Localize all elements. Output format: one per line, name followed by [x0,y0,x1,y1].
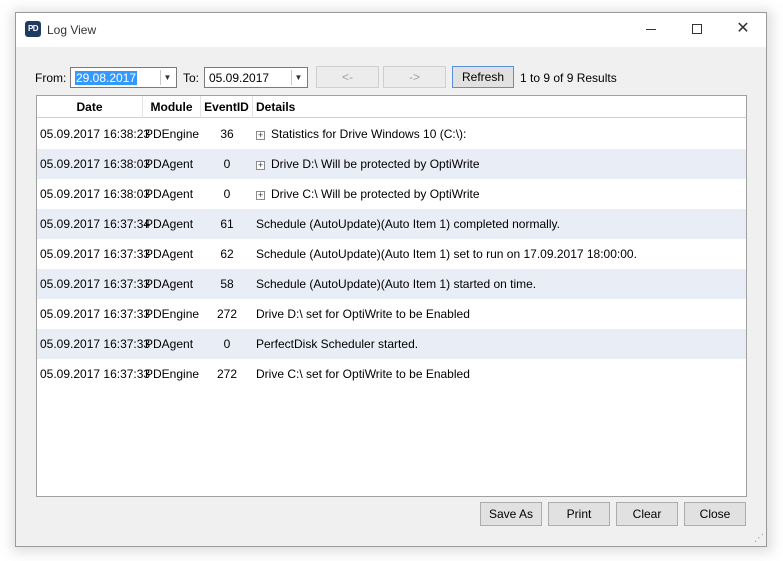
details-text: Drive D:\ Will be protected by OptiWrite [271,157,480,171]
cell-details: Schedule (AutoUpdate)(Auto Item 1) start… [256,269,746,299]
cell-date: 05.09.2017 16:38:23 [40,127,151,141]
cell-eventid: 58 [220,277,234,291]
from-date-picker[interactable]: 29.08.2017 ▼ [70,67,177,88]
cell-date: 05.09.2017 16:37:33 [40,367,151,381]
cell-module: PDEngine [145,307,200,321]
cell-module: PDAgent [145,277,194,291]
chevron-down-icon[interactable]: ▼ [291,70,305,85]
cell-date: 05.09.2017 16:37:33 [40,277,151,291]
details-text: Statistics for Drive Windows 10 (C:\): [271,127,467,141]
details-text: Drive C:\ Will be protected by OptiWrite [271,187,480,201]
minimize-button[interactable] [628,13,674,45]
table-row[interactable]: 05.09.2017 16:37:33 PDEngine 272 Drive C:\ … [37,359,746,389]
cell-date: 05.09.2017 16:38:03 [40,157,151,171]
cell-details: + Statistics for Drive Windows 10 (C:\): [256,119,746,149]
cell-details: + Drive D:\ Will be protected by OptiWrit… [256,149,746,179]
perfectdisk-app-icon: PD [25,21,41,37]
cell-module: PDAgent [145,187,194,201]
next-page-button[interactable]: -> [383,66,446,88]
close-icon: ✕ [736,20,750,37]
table-row[interactable]: 05.09.2017 16:37:33 PDAgent 0 PerfectDisk S… [37,329,746,359]
column-header-module[interactable]: Module [143,96,201,118]
from-date-value: 29.08.2017 [75,71,138,85]
maximize-icon [692,24,702,34]
cell-eventid: 0 [223,337,231,351]
cell-eventid: 0 [223,157,231,171]
to-date-value: 05.09.2017 [209,71,270,85]
title-bar[interactable]: PD Log View ✕ [16,13,766,47]
cell-date: 05.09.2017 16:37:34 [40,217,151,231]
filter-toolbar: From: 29.08.2017 ▼ To: 05.09.2017 ▼ <- -… [16,65,766,91]
details-text: Schedule (AutoUpdate)(Auto Item 1) set t… [256,247,637,261]
cell-date: 05.09.2017 16:37:33 [40,247,151,261]
table-row[interactable]: 05.09.2017 16:37:33 PDAgent 62 Schedule (Au… [37,239,746,269]
cell-eventid: 272 [216,307,238,321]
cell-eventid: 62 [220,247,234,261]
cell-module: PDAgent [145,157,194,171]
log-table[interactable]: Date Module EventID Details 05.09.2017 1… [36,95,747,497]
from-label: From: [35,71,67,85]
resize-grip-icon[interactable]: ⋰ [754,533,764,544]
window-title: Log View [47,23,97,37]
chevron-down-icon[interactable]: ▼ [160,70,174,85]
cell-details: PerfectDisk Scheduler started. [256,329,746,359]
previous-page-button[interactable]: <- [316,66,379,88]
cell-module: PDAgent [145,337,194,351]
cell-date: 05.09.2017 16:37:33 [40,337,151,351]
close-window-button[interactable]: ✕ [720,13,766,45]
results-count: 1 to 9 of 9 Results [520,71,617,85]
cell-details: Drive C:\ set for OptiWrite to be Enable… [256,359,746,389]
column-header-date[interactable]: Date [37,96,143,118]
cell-details: Schedule (AutoUpdate)(Auto Item 1) set t… [256,239,746,269]
close-button[interactable]: Close [684,502,746,526]
column-header-details[interactable]: Details [253,96,746,118]
column-header-eventid[interactable]: EventID [201,96,253,118]
cell-eventid: 272 [216,367,238,381]
print-button[interactable]: Print [548,502,610,526]
table-row[interactable]: 05.09.2017 16:37:33 PDAgent 58 Schedule (Au… [37,269,746,299]
cell-module: PDEngine [145,127,200,141]
refresh-button[interactable]: Refresh [452,66,514,88]
table-row[interactable]: 05.09.2017 16:38:03 PDAgent 0 + Drive C:\ Wi… [37,179,746,209]
expand-plus-icon[interactable]: + [256,131,265,140]
cell-date: 05.09.2017 16:37:33 [40,307,151,321]
details-text: Schedule (AutoUpdate)(Auto Item 1) start… [256,277,537,291]
details-text: PerfectDisk Scheduler started. [256,337,419,351]
table-header: Date Module EventID Details [37,96,746,118]
cell-details: Schedule (AutoUpdate)(Auto Item 1) compl… [256,209,746,239]
table-row[interactable]: 05.09.2017 16:37:33 PDEngine 272 Drive D:\ … [37,299,746,329]
save-as-button[interactable]: Save As [480,502,542,526]
cell-date: 05.09.2017 16:38:03 [40,187,151,201]
cell-eventid: 0 [223,187,231,201]
table-row[interactable]: 05.09.2017 16:38:23 PDEngine 36 + Statistics… [37,119,746,149]
table-row[interactable]: 05.09.2017 16:37:34 PDAgent 61 Schedule (Au… [37,209,746,239]
cell-eventid: 36 [220,127,234,141]
expand-plus-icon[interactable]: + [256,191,265,200]
details-text: Drive D:\ set for OptiWrite to be Enable… [256,307,470,321]
clear-button[interactable]: Clear [616,502,678,526]
cell-module: PDAgent [145,217,194,231]
expand-plus-icon[interactable]: + [256,161,265,170]
log-view-window: PD Log View ✕ From: 29.08.2017 ▼ To: 05.… [15,12,767,547]
table-row[interactable]: 05.09.2017 16:38:03 PDAgent 0 + Drive D:\ Wi… [37,149,746,179]
details-text: Schedule (AutoUpdate)(Auto Item 1) compl… [256,217,560,231]
details-text: Drive C:\ set for OptiWrite to be Enable… [256,367,470,381]
to-label: To: [183,71,200,85]
minimize-icon [646,28,656,30]
cell-details: + Drive C:\ Will be protected by OptiWrit… [256,179,746,209]
cell-eventid: 61 [220,217,234,231]
cell-details: Drive D:\ set for OptiWrite to be Enable… [256,299,746,329]
cell-module: PDEngine [145,367,200,381]
cell-module: PDAgent [145,247,194,261]
maximize-button[interactable] [674,13,720,45]
to-date-picker[interactable]: 05.09.2017 ▼ [204,67,308,88]
